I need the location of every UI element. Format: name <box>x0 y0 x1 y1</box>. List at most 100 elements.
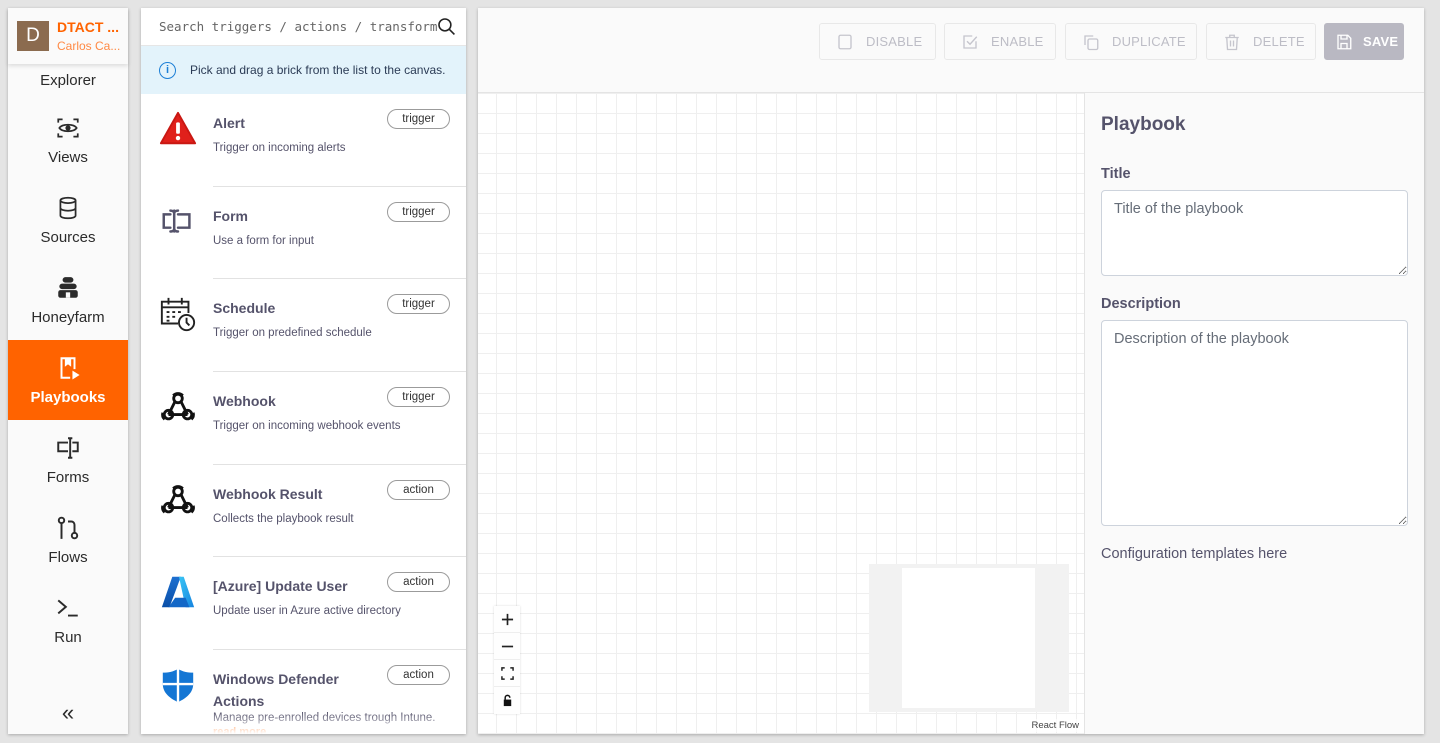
workspace-switcher[interactable]: D DTACT ... Carlos Ca... <box>8 8 128 64</box>
nav-label: Forms <box>46 468 90 486</box>
brick-item-webhook-result[interactable]: Webhook Result Collects the playbook res… <box>141 465 466 558</box>
nav-item-sources[interactable]: Sources <box>8 180 128 260</box>
editor-toolbar: DISABLE ENABLE DUPLICATE DELETE SAVE <box>478 8 1424 93</box>
nav-label: Playbooks <box>30 388 106 406</box>
brick-type-badge: action <box>387 665 450 686</box>
playbook-editor: DISABLE ENABLE DUPLICATE DELETE SAVE Rea… <box>478 8 1424 734</box>
brick-item-webhook[interactable]: Webhook Trigger on incoming webhook even… <box>141 372 466 465</box>
minus-icon <box>501 645 513 647</box>
webhook-icon <box>161 485 195 514</box>
nav-item-explorer[interactable]: Explorer <box>8 64 128 100</box>
title-label: Title <box>1101 166 1131 182</box>
brick-item-alert[interactable]: Alert Trigger on incoming alerts trigger <box>141 94 466 187</box>
terminal-icon <box>57 599 78 617</box>
minimap[interactable] <box>869 564 1069 712</box>
defender-icon <box>162 668 194 703</box>
trash-icon <box>1225 34 1239 50</box>
info-icon: i <box>159 61 176 79</box>
delete-button[interactable]: DELETE <box>1206 23 1316 60</box>
nav-item-views[interactable]: Views <box>8 100 128 180</box>
main-nav: D DTACT ... Carlos Ca... Explorer Views … <box>8 8 128 734</box>
brick-name: Windows Defender Actions <box>213 671 339 710</box>
zoom-in-button[interactable] <box>494 606 520 633</box>
nav-label: Flows <box>48 548 88 566</box>
description-label: Description <box>1101 296 1181 312</box>
delete-label: DELETE <box>1253 34 1305 49</box>
brick-panel: i Pick and drag a brick from the list to… <box>141 8 466 734</box>
brick-name: Webhook Result <box>213 485 323 502</box>
brick-type-badge: trigger <box>387 294 450 315</box>
brick-desc: Use a form for input <box>213 234 314 247</box>
nav-item-forms[interactable]: Forms <box>8 420 128 500</box>
description-input[interactable] <box>1101 320 1408 526</box>
scroll-fade <box>141 712 466 734</box>
honeyfarm-icon <box>58 276 78 298</box>
duplicate-button[interactable]: DUPLICATE <box>1065 23 1197 60</box>
panel-heading: Playbook <box>1101 114 1186 135</box>
enable-label: ENABLE <box>991 34 1044 49</box>
fit-view-button[interactable] <box>494 660 520 687</box>
info-banner: i Pick and drag a brick from the list to… <box>141 46 466 94</box>
nav-label: Honeyfarm <box>31 308 105 326</box>
schedule-icon <box>160 298 196 332</box>
brick-name: Webhook <box>213 393 276 410</box>
brick-search <box>141 8 466 46</box>
alert-icon <box>159 111 197 145</box>
checkbox-empty-icon <box>838 34 852 49</box>
brick-type-badge: action <box>387 572 450 593</box>
brick-name: Form <box>213 207 248 224</box>
brick-desc: Collects the playbook result <box>213 512 354 525</box>
nav-item-honeyfarm[interactable]: Honeyfarm <box>8 260 128 340</box>
minimap-viewport <box>902 568 1035 708</box>
brick-type-badge: trigger <box>387 387 450 408</box>
enable-button[interactable]: ENABLE <box>944 23 1056 60</box>
brick-name: Alert <box>213 115 245 131</box>
unlock-icon <box>503 694 511 707</box>
eye-icon <box>57 117 79 138</box>
brick-search-input[interactable] <box>159 19 437 34</box>
brick-item-azure-update-user[interactable]: [Azure] Update User Update user in Azure… <box>141 557 466 650</box>
brick-name: [Azure] Update User <box>213 578 348 595</box>
playbook-icon <box>60 356 80 380</box>
config-templates-text: Configuration templates here <box>1101 546 1288 562</box>
nav-item-flows[interactable]: Flows <box>8 500 128 580</box>
flow-icon <box>57 516 79 539</box>
search-icon[interactable] <box>437 17 456 36</box>
form-icon <box>162 209 191 233</box>
brick-type-badge: trigger <box>387 201 450 222</box>
checkbox-checked-icon <box>963 34 978 49</box>
copy-icon <box>1084 34 1099 50</box>
toggle-interactivity-button[interactable] <box>494 687 520 714</box>
avatar: D <box>17 21 49 51</box>
nav-item-run[interactable]: Run <box>8 580 128 660</box>
playbook-properties: Playbook Title Description Configuration… <box>1084 93 1424 734</box>
nav-label: Run <box>54 628 82 646</box>
nav-label: Explorer <box>40 72 96 89</box>
brick-type-badge: trigger <box>387 109 450 129</box>
save-label: SAVE <box>1363 34 1399 49</box>
azure-icon <box>161 577 195 608</box>
brick-desc: Update user in Azure active directory <box>213 605 401 618</box>
plus-icon <box>501 613 513 625</box>
nav-item-playbooks[interactable]: Playbooks <box>8 340 128 420</box>
nav-label: Sources <box>40 228 96 246</box>
zoom-out-button[interactable] <box>494 633 520 660</box>
webhook-icon <box>161 392 195 421</box>
database-icon <box>59 196 77 219</box>
info-text: Pick and drag a brick from the list to t… <box>190 63 446 77</box>
brick-item-schedule[interactable]: Schedule Trigger on predefined schedule … <box>141 279 466 372</box>
user-name: Carlos Ca... <box>57 39 121 52</box>
save-button[interactable]: SAVE <box>1324 23 1404 60</box>
flow-canvas[interactable]: React Flow <box>478 93 1084 734</box>
disable-button[interactable]: DISABLE <box>819 23 936 60</box>
brick-desc: Trigger on incoming webhook events <box>213 420 401 433</box>
canvas-controls <box>494 606 520 714</box>
collapse-nav-button[interactable]: « <box>8 700 128 726</box>
workspace-name: DTACT ... <box>57 20 119 35</box>
form-icon <box>57 436 79 459</box>
title-input[interactable] <box>1101 190 1408 276</box>
react-flow-attribution[interactable]: React Flow <box>1028 719 1082 732</box>
brick-desc: Trigger on predefined schedule <box>213 327 372 340</box>
brick-item-form[interactable]: Form Use a form for input trigger <box>141 187 466 280</box>
duplicate-label: DUPLICATE <box>1112 34 1186 49</box>
